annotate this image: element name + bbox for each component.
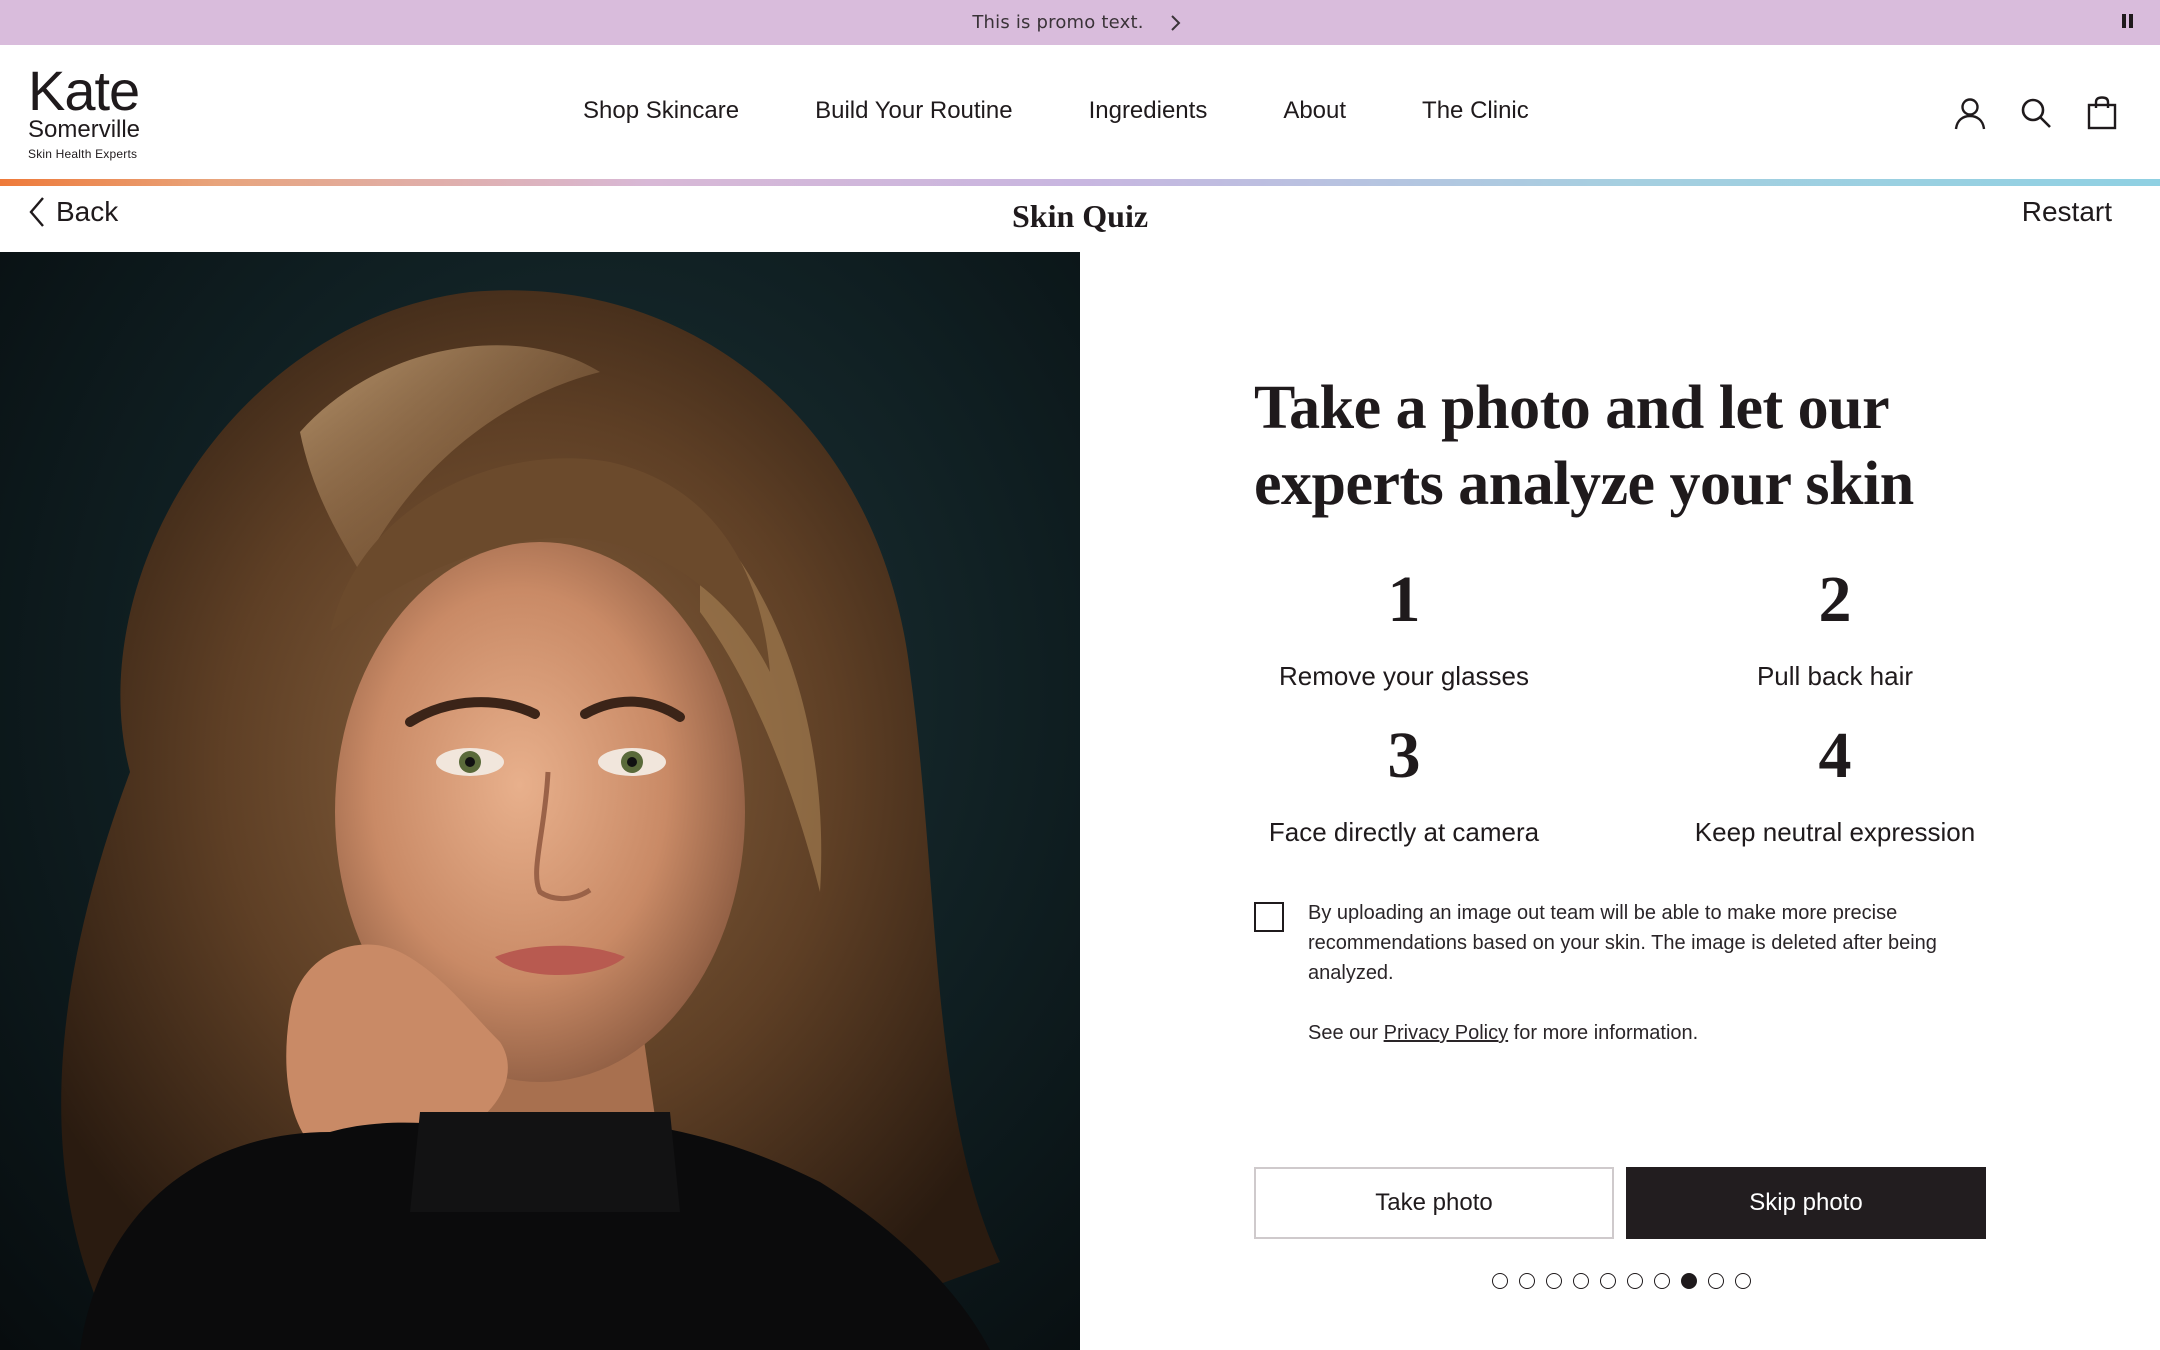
promo-text[interactable]: This is promo text. (972, 12, 1143, 33)
page-title: Skin Quiz (1011, 198, 1149, 234)
instruction-number: 2 (1818, 563, 1852, 636)
progress-dots (1254, 1273, 1988, 1289)
nav-item-ingredients[interactable]: Ingredients (1089, 97, 1208, 125)
account-icon[interactable] (1952, 95, 1988, 131)
restart-button[interactable]: Restart (2022, 196, 2112, 228)
instruction-item: 2 Pull back hair (1685, 565, 1985, 692)
progress-dot[interactable] (1626, 1273, 1643, 1289)
pause-icon[interactable] (2122, 14, 2136, 30)
progress-dot[interactable] (1653, 1273, 1670, 1289)
accent-gradient-divider (0, 179, 2160, 186)
nav-item-about[interactable]: About (1283, 97, 1346, 125)
promo-bar: This is promo text. (0, 0, 2160, 45)
portrait-illustration (61, 290, 1000, 1350)
instruction-label: Remove your glasses (1279, 661, 1529, 691)
progress-dot-active[interactable] (1680, 1273, 1697, 1289)
policy-note: See our Privacy Policy for more informat… (1308, 1018, 1698, 1048)
search-icon[interactable] (2018, 95, 2054, 131)
instruction-item: 4 Keep neutral expression (1685, 721, 1985, 848)
privacy-policy-link[interactable]: Privacy Policy (1384, 1022, 1508, 1044)
action-buttons: Take photo Skip photo (1254, 1167, 1986, 1239)
progress-dot[interactable] (1572, 1273, 1589, 1289)
progress-dot[interactable] (1734, 1273, 1751, 1289)
take-photo-button[interactable]: Take photo (1254, 1167, 1614, 1239)
instruction-label: Face directly at camera (1268, 817, 1540, 847)
site-header: Kate Somerville Skin Health Experts Shop… (0, 45, 2160, 179)
policy-prefix: See our (1308, 1022, 1379, 1044)
progress-dot[interactable] (1491, 1273, 1508, 1289)
policy-suffix: for more information. (1513, 1022, 1699, 1044)
header-actions (1952, 95, 2120, 131)
logo-tagline: Skin Health Experts (28, 147, 138, 161)
instruction-number: 1 (1387, 563, 1421, 636)
instruction-label: Keep neutral expression (1694, 817, 1976, 847)
instruction-label: Pull back hair (1756, 661, 1914, 691)
consent-checkbox[interactable] (1254, 902, 1284, 932)
shopping-bag-icon[interactable] (2084, 95, 2120, 131)
nav-item-the-clinic[interactable]: The Clinic (1422, 97, 1529, 125)
instruction-number: 4 (1818, 719, 1852, 792)
step-headline: Take a photo and let our experts analyze… (1254, 374, 1914, 518)
instruction-item: 3 Face directly at camera (1254, 721, 1554, 848)
progress-dot[interactable] (1545, 1273, 1562, 1289)
progress-dot[interactable] (1518, 1273, 1535, 1289)
brand-logo[interactable]: Kate Somerville Skin Health Experts (28, 63, 158, 163)
logo-name-line1: Kate (28, 59, 140, 122)
logo-name-line2: Somerville (28, 116, 141, 143)
quiz-toolbar: Back Skin Quiz Restart (0, 186, 2160, 252)
nav-item-build-your-routine[interactable]: Build Your Routine (815, 97, 1012, 125)
portrait-photo (0, 252, 1080, 1350)
instruction-number: 3 (1387, 719, 1421, 792)
progress-dot[interactable] (1707, 1273, 1724, 1289)
instruction-item: 1 Remove your glasses (1254, 565, 1554, 692)
consent-text: By uploading an image out team will be a… (1308, 902, 1937, 984)
chevron-right-icon[interactable] (1170, 14, 1188, 32)
skip-photo-button[interactable]: Skip photo (1626, 1167, 1986, 1239)
main-nav: Shop Skincare Build Your Routine Ingredi… (583, 97, 1529, 125)
nav-item-shop-skincare[interactable]: Shop Skincare (583, 97, 739, 125)
quiz-step-content: Take a photo and let our experts analyze… (1254, 370, 1988, 1289)
progress-dot[interactable] (1599, 1273, 1616, 1289)
